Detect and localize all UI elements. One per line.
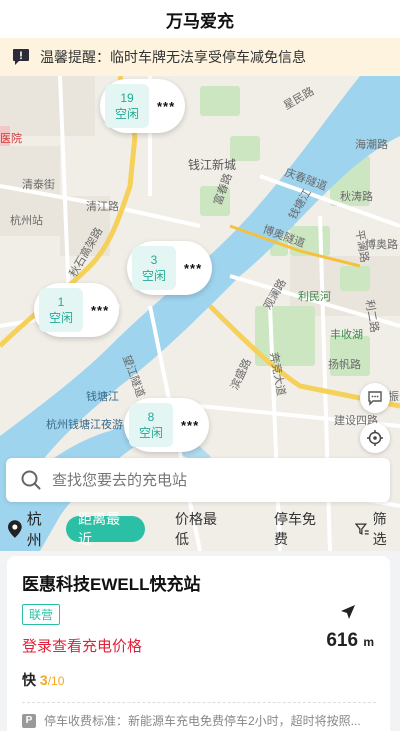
operation-badge: 联营 [22,604,61,625]
search-bar[interactable] [6,458,390,502]
filter-bar: 杭州 距离最近 价格最低 停车免费 筛选 [0,509,400,549]
pin-count: 8 [147,410,155,424]
fast-charger-count: 快 3/10 [22,670,376,690]
map-label: 海潮路 [355,138,388,151]
chat-bubble-icon [368,391,382,406]
map-station-pin[interactable]: 8 空闲 *** [124,398,210,452]
map-label: 丰收湖 [330,328,363,341]
sort-cheapest-option[interactable]: 价格最低 [175,509,230,549]
pin-count-box: 3 空闲 [132,246,176,290]
parking-text: 停车收费标准：新能源车充电免费停车2小时，超时将按照... [44,714,361,728]
app-title: 万马爱充 [0,0,400,38]
filter-label: 筛选 [372,511,387,547]
notice-text: 温馨提醒：临时车牌无法享受停车减免信息 [40,49,306,65]
pin-status: 空闲 [48,311,73,325]
fast-total: /10 [47,674,65,688]
pin-stars: *** [184,260,203,276]
navigate-arrow-icon[interactable] [340,604,356,620]
crosshair-icon [367,430,383,446]
search-icon [21,470,41,490]
pin-count: 19 [120,91,134,105]
search-input[interactable] [52,471,352,489]
station-name: 医惠科技EWELL快充站 [22,575,201,594]
message-map-button[interactable] [360,383,390,413]
locate-button[interactable] [360,423,390,453]
station-card[interactable]: 医惠科技EWELL快充站 联营 登录查看充电价格 快 3/10 616 m P … [7,556,390,731]
pin-stars: *** [157,98,176,114]
filter-icon [354,523,369,535]
fast-available: 3 [39,672,48,688]
pin-stars: *** [91,302,110,318]
message-alert-icon [13,49,29,65]
pin-stars: *** [181,417,200,433]
parking-info: P 停车收费标准：新能源车充电免费停车2小时，超时将按照... [22,712,372,729]
pin-count-box: 8 空闲 [129,403,173,447]
city-selector[interactable]: 杭州 [8,508,56,550]
map-label: 清泰街 [22,178,55,191]
login-price-link[interactable]: 登录查看充电价格 [22,635,376,656]
pin-status: 空闲 [114,107,139,121]
pin-count: 1 [57,295,65,309]
pin-count-box: 1 空闲 [39,288,83,332]
map-label: 扬帆路 [328,358,361,371]
pin-status: 空闲 [141,269,166,283]
free-parking-option[interactable]: 停车免费 [274,509,329,549]
pin-status: 空闲 [138,426,163,440]
map-label: 钱江新城 [188,158,237,172]
map-label: 秋涛路 [340,190,373,203]
map-label: 清江路 [86,200,119,213]
map-label: 钱塘江 [86,390,119,403]
map-label: 利民河 [298,290,331,303]
city-label: 杭州 [26,511,42,549]
map-station-pin[interactable]: 3 空闲 *** [127,241,213,295]
distance: 616 m [326,630,374,652]
distance-value: 616 [326,630,359,651]
filter-button[interactable]: 筛选 [354,509,400,549]
card-divider [22,702,376,703]
parking-icon: P [22,713,36,728]
fast-label: 快 [22,672,36,688]
map-label: 杭州钱塘江夜游 [46,418,123,431]
map-label: 杭州站 [10,214,43,227]
map-label: 医院 [0,132,22,145]
map-station-pin[interactable]: 1 空闲 *** [34,283,120,337]
sort-nearest-chip[interactable]: 距离最近 [66,511,146,547]
pin-count-box: 19 空闲 [105,84,149,128]
location-pin-icon [8,520,22,538]
distance-unit: m [363,635,374,649]
pin-count: 3 [150,253,158,267]
map-station-pin[interactable]: 19 空闲 *** [100,79,186,133]
notice-bar: 温馨提醒：临时车牌无法享受停车减免信息 [0,38,400,76]
